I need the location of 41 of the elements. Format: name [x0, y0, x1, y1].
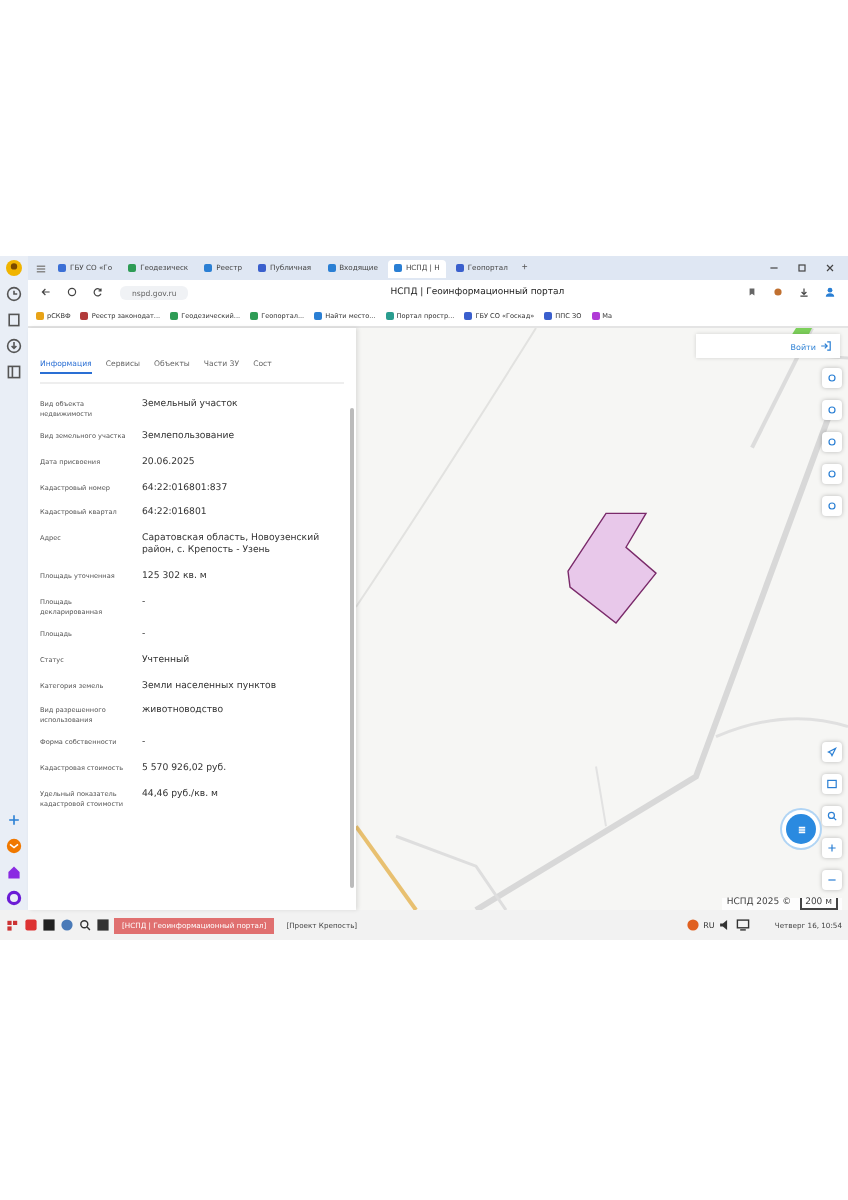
chat-icon	[793, 821, 809, 837]
frame-button[interactable]	[822, 432, 842, 452]
close-icon[interactable]	[824, 262, 836, 274]
navigate-button[interactable]	[822, 742, 842, 762]
terminal-icon[interactable]	[42, 918, 56, 932]
home-icon[interactable]	[6, 864, 22, 880]
maximize-icon[interactable]	[796, 262, 808, 274]
volume-icon[interactable]	[718, 918, 733, 932]
back-icon[interactable]	[40, 286, 52, 298]
search-icon	[826, 810, 838, 822]
minus-icon	[826, 874, 838, 886]
search-icon[interactable]	[78, 918, 92, 932]
zoom-in-button[interactable]	[822, 838, 842, 858]
search-button[interactable]	[822, 806, 842, 826]
download-icon[interactable]	[6, 338, 22, 354]
layers-button[interactable]	[822, 368, 842, 388]
panel-icon[interactable]	[6, 364, 22, 380]
navigate-icon	[826, 746, 838, 758]
avatar-icon[interactable]	[6, 260, 22, 276]
plus-icon	[826, 842, 838, 854]
scrollbar[interactable]	[350, 408, 354, 888]
minimize-icon[interactable]	[768, 262, 780, 274]
image-button[interactable]	[822, 400, 842, 420]
login-icon	[820, 340, 832, 352]
chat-button[interactable]	[786, 814, 816, 844]
tab-menu-icon[interactable]	[34, 261, 48, 275]
plus-icon[interactable]	[6, 812, 22, 828]
start-icon[interactable]	[6, 918, 20, 932]
reload-icon[interactable]	[92, 286, 104, 298]
app-icon[interactable]	[24, 918, 38, 932]
clock-icon[interactable]	[6, 286, 22, 302]
globe-button[interactable]	[822, 496, 842, 516]
profile-icon[interactable]	[824, 286, 836, 298]
map-image-button[interactable]	[822, 774, 842, 794]
window-icon[interactable]	[96, 918, 110, 932]
ring-icon[interactable]	[6, 890, 22, 906]
monitor-icon[interactable]	[736, 918, 751, 932]
zoom-out-button[interactable]	[822, 870, 842, 890]
share-button[interactable]	[822, 464, 842, 484]
tray-icon[interactable]	[685, 918, 700, 932]
download-icon[interactable]	[798, 286, 810, 298]
